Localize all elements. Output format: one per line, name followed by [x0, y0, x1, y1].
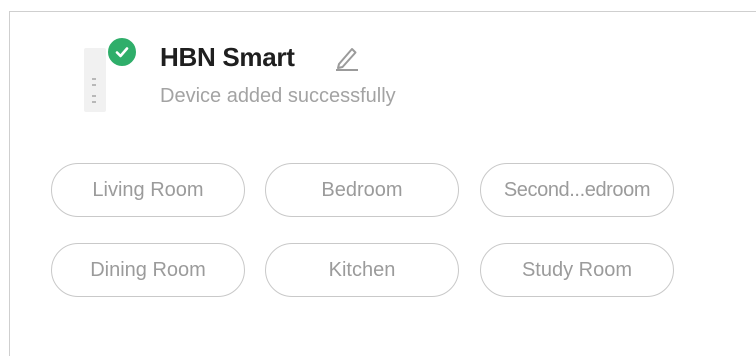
check-circle-icon	[106, 36, 138, 68]
device-name: HBN Smart	[160, 42, 295, 72]
device-button-mark	[92, 101, 96, 103]
status-message: Device added successfully	[160, 85, 396, 107]
device-button-mark	[92, 95, 96, 97]
room-chip-second-bedroom[interactable]: Second...edroom	[480, 163, 674, 217]
room-chip-living-room[interactable]: Living Room	[51, 163, 245, 217]
room-chip-dining-room[interactable]: Dining Room	[51, 243, 245, 297]
room-chip-bedroom[interactable]: Bedroom	[265, 163, 459, 217]
pencil-icon[interactable]	[333, 42, 361, 72]
checkmark-icon	[115, 47, 129, 58]
room-chip-kitchen[interactable]: Kitchen	[265, 243, 459, 297]
smart-plug-icon	[84, 48, 106, 112]
device-button-mark	[92, 84, 96, 86]
device-button-mark	[92, 78, 96, 80]
room-chip-study-room[interactable]: Study Room	[480, 243, 674, 297]
